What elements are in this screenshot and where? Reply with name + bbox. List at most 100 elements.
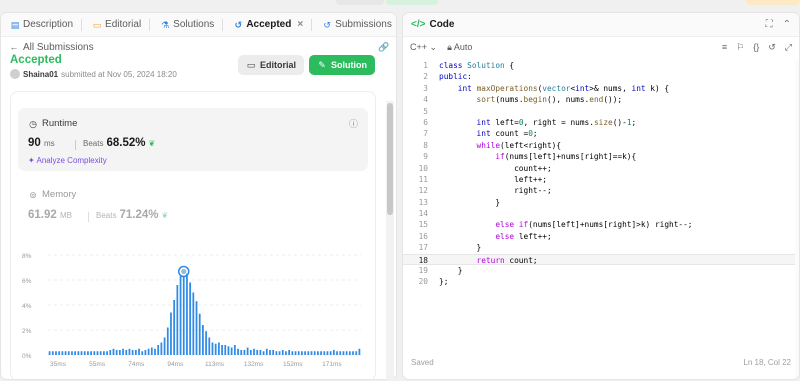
chart-bar[interactable] <box>67 351 70 355</box>
chart-bar[interactable] <box>352 351 354 355</box>
chart-bar[interactable] <box>166 327 169 356</box>
chart-bar[interactable] <box>106 351 108 355</box>
chart-bar[interactable] <box>275 351 278 355</box>
chart-bar[interactable] <box>317 351 319 355</box>
language-select[interactable]: C++ ⌄ <box>410 42 437 53</box>
chart-bar[interactable] <box>182 272 185 356</box>
chart-bar[interactable] <box>112 348 115 355</box>
chart-bar[interactable] <box>233 345 236 355</box>
chart-bar[interactable] <box>227 346 230 355</box>
chart-bar[interactable] <box>186 273 188 355</box>
chart-bar[interactable] <box>144 350 147 355</box>
chart-bar[interactable] <box>87 351 89 355</box>
chart-bar[interactable] <box>217 342 220 356</box>
chart-bar[interactable] <box>118 350 121 355</box>
tab-solutions[interactable]: ⚗ Solutions <box>155 13 228 37</box>
chart-bar[interactable] <box>93 351 96 355</box>
chart-bar[interactable] <box>71 351 73 355</box>
code-line[interactable]: 6 int left=0, right = nums.size()-1; <box>403 117 799 128</box>
chart-bar[interactable] <box>195 301 198 355</box>
collapse-icon[interactable]: ⌃ <box>783 19 791 30</box>
premium-button[interactable] <box>746 0 800 5</box>
tab-accepted[interactable]: ↺ Accepted × <box>228 13 317 37</box>
chart-bar[interactable] <box>297 351 300 355</box>
chart-bar[interactable] <box>256 350 259 355</box>
chart-bar[interactable] <box>301 351 303 355</box>
chart-bar[interactable] <box>77 351 80 355</box>
left-scrollbar-thumb[interactable] <box>387 103 393 215</box>
bookmark-icon[interactable]: ⚐ <box>736 42 744 53</box>
chart-bar[interactable] <box>332 350 335 355</box>
code-line[interactable]: 14 <box>403 208 799 219</box>
chart-bar[interactable] <box>51 351 54 355</box>
code-line[interactable]: 4 sort(nums.begin(), nums.end()); <box>403 94 799 105</box>
chart-bar[interactable] <box>224 345 227 355</box>
code-line[interactable]: 15 else if(nums[left]+nums[right]>k) rig… <box>403 219 799 230</box>
left-scrollbar[interactable] <box>386 101 394 380</box>
chart-bar[interactable] <box>272 350 275 355</box>
braces-icon[interactable]: {} <box>753 42 759 53</box>
code-line[interactable]: 11 left++; <box>403 174 799 185</box>
username[interactable]: Shaina01 <box>23 70 58 79</box>
chart-bar[interactable] <box>138 348 140 355</box>
chart-bar[interactable] <box>291 351 294 355</box>
chart-bar[interactable] <box>348 351 351 355</box>
chart-bar[interactable] <box>103 351 105 355</box>
chart-bar[interactable] <box>307 351 310 355</box>
chart-bar[interactable] <box>323 351 326 355</box>
chart-bar[interactable] <box>163 337 166 356</box>
chart-bar[interactable] <box>313 351 316 355</box>
chart-bar[interactable] <box>214 343 217 355</box>
close-icon[interactable]: × <box>297 19 303 30</box>
chart-bar[interactable] <box>90 351 92 355</box>
share-link-icon[interactable]: 🔗 <box>378 42 389 52</box>
chart-bar[interactable] <box>176 285 179 355</box>
runtime-distribution-chart[interactable]: 8% 6% 4% 2% 0% 35ms 55ms 74ms 94ms 113ms 132ms 152m… <box>18 245 368 371</box>
code-line[interactable]: 5 <box>403 106 799 117</box>
chart-bar[interactable] <box>150 347 153 356</box>
format-icon[interactable]: ≡ <box>722 42 727 53</box>
chart-bar[interactable] <box>237 348 239 355</box>
chart-bar[interactable] <box>221 345 223 355</box>
chart-bar[interactable] <box>326 351 329 355</box>
memory-panel[interactable]: ⊚ Memory 61.92 MB Beats 71.24% ❦ <box>18 186 368 226</box>
runtime-panel[interactable]: ◷ Runtime ⓘ 90 ms Beats 68.52% ❦ ✦ Analy… <box>18 108 368 171</box>
code-line[interactable]: 8 while(left<right){ <box>403 140 799 151</box>
chart-bar[interactable] <box>246 347 249 356</box>
code-line[interactable]: 9 if(nums[left]+nums[right]==k){ <box>403 151 799 162</box>
chart-bar[interactable] <box>336 351 338 355</box>
chart-bar[interactable] <box>304 351 306 355</box>
chart-bar[interactable] <box>141 351 144 355</box>
chart-bar[interactable] <box>96 351 99 355</box>
chart-bar[interactable] <box>342 351 345 355</box>
editor-scrollbar[interactable] <box>795 60 799 378</box>
reset-icon[interactable]: ↺ <box>768 42 776 53</box>
chart-bar[interactable] <box>170 312 172 356</box>
chart-bar[interactable] <box>281 350 284 355</box>
chart-bar[interactable] <box>339 351 342 355</box>
chart-bar[interactable] <box>122 348 124 355</box>
code-line[interactable]: 13 } <box>403 197 799 208</box>
code-line[interactable]: 16 else left++; <box>403 231 799 242</box>
code-line[interactable]: 3 int maxOperations(vector<int>& nums, i… <box>403 83 799 94</box>
chart-bar[interactable] <box>243 350 246 355</box>
chart-bar[interactable] <box>249 350 252 355</box>
chart-bar[interactable] <box>198 313 201 355</box>
chart-bar[interactable] <box>278 351 281 355</box>
chart-bar[interactable] <box>179 276 182 355</box>
chart-bar[interactable] <box>160 342 163 356</box>
chart-bar[interactable] <box>205 331 207 355</box>
editorial-button[interactable]: ▭ Editorial <box>238 55 304 75</box>
code-editor[interactable]: 1 class Solution {2 public: 3 int maxOperat… <box>403 60 799 290</box>
code-line[interactable]: 20}; <box>403 276 799 287</box>
chart-bar[interactable] <box>189 282 192 356</box>
chart-bar[interactable] <box>355 351 358 355</box>
chart-bar[interactable] <box>115 350 118 355</box>
solution-button[interactable]: ✎ Solution <box>309 55 375 75</box>
chart-bar[interactable] <box>61 351 64 355</box>
chart-bar[interactable] <box>259 350 262 355</box>
chart-bar[interactable] <box>202 325 204 355</box>
chart-bar[interactable] <box>358 348 361 355</box>
chart-bar[interactable] <box>55 351 57 355</box>
run-button[interactable] <box>336 0 384 5</box>
